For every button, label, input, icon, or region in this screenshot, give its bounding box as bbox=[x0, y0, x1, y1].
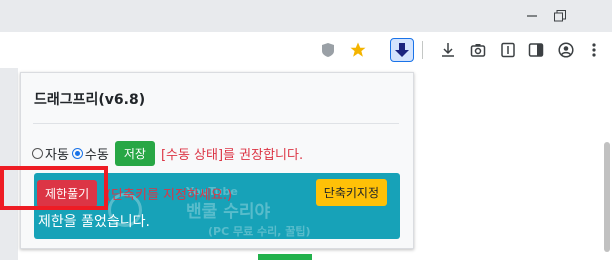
browser-toolbar bbox=[0, 32, 612, 68]
restore-icon bbox=[554, 10, 566, 22]
profile-button[interactable] bbox=[554, 38, 578, 62]
save-button[interactable]: 저장 bbox=[114, 141, 155, 166]
more-icon bbox=[592, 43, 596, 57]
download-icon bbox=[442, 43, 454, 57]
set-shortcut-button[interactable]: 단축키지정 bbox=[315, 179, 387, 206]
extension-shield-button[interactable] bbox=[316, 38, 340, 62]
mode-auto-label: 자동 bbox=[45, 148, 69, 163]
watermark-sub: (PC 무료 수리, 꿀팁) bbox=[208, 225, 311, 238]
sidebar-icon bbox=[528, 43, 544, 57]
dragfree-extension-button[interactable] bbox=[390, 38, 414, 62]
dragfree-download-icon bbox=[395, 43, 409, 57]
dragfree-popup: 드래그프리(v6.8) 자동 수동 저장 [수동 상태]를 권장합니다. You… bbox=[20, 72, 414, 249]
minimize-icon bbox=[527, 15, 537, 17]
highlight-box bbox=[0, 166, 108, 210]
title-bar bbox=[0, 0, 612, 32]
screenshot-button[interactable] bbox=[466, 38, 490, 62]
divider bbox=[33, 123, 399, 124]
mode-manual-radio[interactable] bbox=[71, 148, 83, 159]
side-panel-button[interactable] bbox=[524, 38, 548, 62]
result-message: 제한을 풀었습니다. bbox=[38, 214, 150, 230]
recommend-note: [수동 상태]를 권장합니다. bbox=[160, 148, 304, 163]
downloads-button[interactable] bbox=[436, 38, 460, 62]
camera-icon bbox=[470, 44, 486, 57]
mode-row: 자동 수동 저장 [수동 상태]를 권장합니다. bbox=[32, 141, 303, 166]
shortcut-hint: (단축키를 지정하세요.) bbox=[106, 188, 233, 203]
mode-auto-radio[interactable] bbox=[32, 148, 43, 159]
menu-button[interactable] bbox=[582, 38, 606, 62]
restore-button[interactable] bbox=[540, 0, 580, 32]
reader-mode-button[interactable] bbox=[496, 38, 520, 62]
scrollbar[interactable] bbox=[604, 142, 610, 252]
profile-icon bbox=[558, 42, 574, 58]
page-green-element bbox=[258, 254, 312, 260]
mode-manual-label: 수동 bbox=[84, 148, 109, 163]
extension-shield-icon bbox=[322, 43, 334, 57]
popup-title: 드래그프리(v6.8) bbox=[34, 92, 146, 108]
reader-icon bbox=[501, 42, 515, 58]
bookmark-star-icon bbox=[350, 42, 366, 57]
bookmark-button[interactable] bbox=[346, 38, 370, 62]
toolbar-divider bbox=[422, 41, 423, 59]
